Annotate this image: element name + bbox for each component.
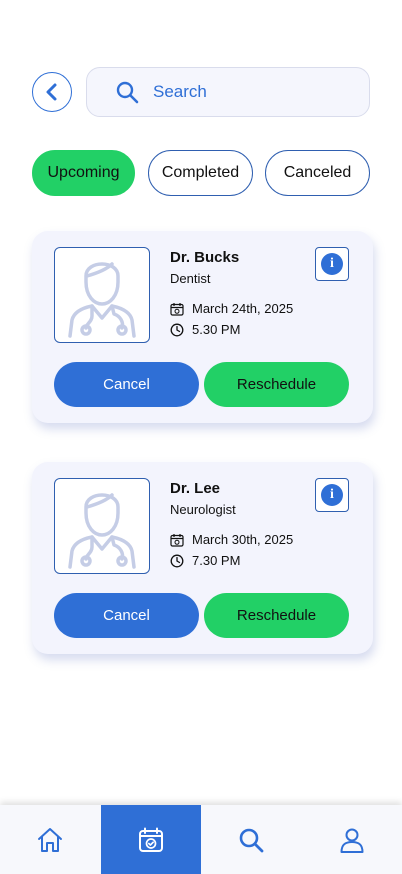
cancel-button[interactable]: Cancel	[54, 593, 199, 638]
doctor-specialty: Dentist	[170, 271, 211, 286]
tab-completed[interactable]: Completed	[148, 150, 253, 196]
doctor-specialty: Neurologist	[170, 502, 236, 517]
nav-profile[interactable]	[302, 805, 402, 874]
appointment-time: 7.30 PM	[170, 553, 240, 568]
search-icon	[116, 81, 139, 104]
doctor-avatar-icon	[68, 493, 136, 569]
doctor-avatar	[54, 478, 150, 574]
appointment-time: 5.30 PM	[170, 322, 240, 337]
reschedule-button[interactable]: Reschedule	[204, 593, 349, 638]
info-button[interactable]: i	[315, 478, 349, 512]
doctor-name: Dr. Bucks	[170, 249, 240, 266]
nav-appointments[interactable]	[100, 805, 201, 874]
tab-canceled[interactable]: Canceled	[265, 150, 370, 196]
doctor-name: Dr. Lee	[170, 480, 221, 497]
nav-home[interactable]	[0, 805, 101, 874]
doctor-avatar-icon	[68, 262, 136, 338]
appointment-time-text: 7.30 PM	[192, 553, 241, 568]
appointment-date-text: March 30th, 2025	[192, 532, 294, 547]
back-button[interactable]	[32, 72, 72, 112]
clock-icon	[170, 323, 184, 336]
home-icon	[38, 827, 63, 852]
clock-icon	[170, 554, 184, 567]
search-icon	[239, 828, 264, 852]
bottom-nav	[0, 805, 402, 874]
cancel-button[interactable]: Cancel	[54, 362, 199, 407]
appointment-card: Dr. Lee Neurologist March 30th, 2025 7.3…	[32, 462, 373, 654]
search-input[interactable]	[153, 82, 333, 102]
reschedule-button[interactable]: Reschedule	[204, 362, 349, 407]
calendar-icon	[170, 533, 184, 547]
calendar-icon	[170, 302, 184, 316]
appointment-date-text: March 24th, 2025	[192, 301, 294, 316]
doctor-avatar	[54, 247, 150, 343]
tab-upcoming[interactable]: Upcoming	[32, 150, 135, 196]
info-button[interactable]: i	[315, 247, 349, 281]
profile-icon	[340, 828, 364, 853]
info-icon: i	[321, 484, 343, 506]
search-bar[interactable]	[86, 67, 370, 117]
appointment-date: March 30th, 2025	[170, 532, 293, 547]
nav-search[interactable]	[201, 805, 302, 874]
appointment-time-text: 5.30 PM	[192, 322, 241, 337]
calendar-icon	[138, 827, 163, 852]
appointment-date: March 24th, 2025	[170, 301, 293, 316]
chevron-left-icon	[46, 83, 57, 101]
info-icon: i	[321, 253, 343, 275]
appointment-card: Dr. Bucks Dentist March 24th, 2025 5.30 …	[32, 231, 373, 423]
